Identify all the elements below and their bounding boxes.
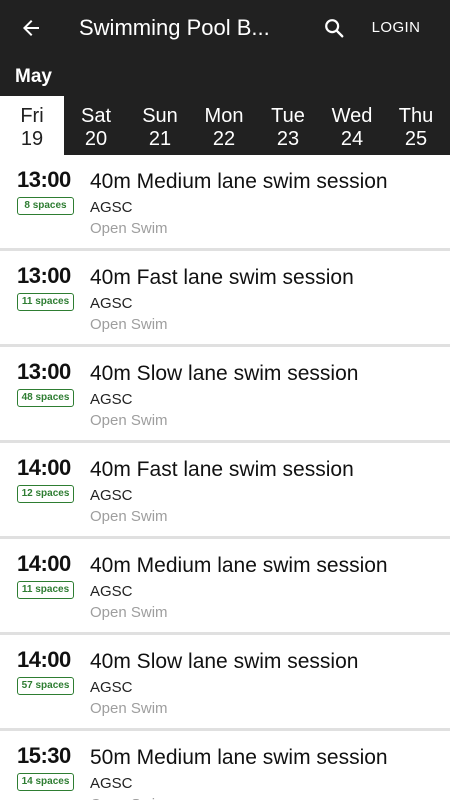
day-name: Tue xyxy=(271,105,305,127)
session-venue: AGSC xyxy=(90,487,133,504)
session-title: 40m Medium lane swim session xyxy=(90,170,388,193)
arrow-left-icon xyxy=(23,20,39,36)
session-title: 40m Fast lane swim session xyxy=(90,266,354,289)
day-number: 21 xyxy=(148,128,172,150)
session-type: Open Swim xyxy=(90,796,168,800)
session-item[interactable]: 14:00 11 spaces 40m Medium lane swim ses… xyxy=(0,539,450,635)
day-number: 24 xyxy=(340,128,364,150)
session-item[interactable]: 13:00 11 spaces 40m Fast lane swim sessi… xyxy=(0,251,450,347)
session-venue: AGSC xyxy=(90,295,133,312)
day-number: 25 xyxy=(404,128,428,150)
session-time: 13:00 xyxy=(17,359,71,384)
month-bar: May xyxy=(0,56,450,96)
day-number: 23 xyxy=(276,128,300,150)
day-number: 20 xyxy=(84,128,108,150)
session-title: 40m Medium lane swim session xyxy=(90,554,388,577)
spaces-badge: 8 spaces xyxy=(17,197,74,215)
day-name: Fri xyxy=(20,105,44,127)
spaces-badge: 48 spaces xyxy=(17,389,74,407)
search-icon xyxy=(325,19,344,38)
day-tab-sun[interactable]: Sun 21 xyxy=(128,96,192,155)
session-time: 13:00 xyxy=(17,167,71,192)
session-item[interactable]: 14:00 12 spaces 40m Fast lane swim sessi… xyxy=(0,443,450,539)
session-title: 40m Fast lane swim session xyxy=(90,458,354,481)
session-type: Open Swim xyxy=(90,604,168,621)
session-venue: AGSC xyxy=(90,391,133,408)
spaces-badge: 12 spaces xyxy=(17,485,74,503)
day-tab-tue[interactable]: Tue 23 xyxy=(256,96,320,155)
spaces-badge: 57 spaces xyxy=(17,677,74,695)
spaces-badge: 14 spaces xyxy=(17,773,74,791)
day-tab-mon[interactable]: Mon 22 xyxy=(192,96,256,155)
session-title: 50m Medium lane swim session xyxy=(90,746,388,769)
page-title: Swimming Pool B... xyxy=(79,15,270,40)
session-time: 14:00 xyxy=(17,455,71,480)
spaces-badge: 11 spaces xyxy=(17,293,74,311)
day-number: 19 xyxy=(20,128,44,150)
day-tab-fri[interactable]: Fri 19 xyxy=(0,96,64,155)
session-type: Open Swim xyxy=(90,412,168,429)
day-name: Mon xyxy=(204,105,244,127)
day-name: Wed xyxy=(331,105,373,127)
login-button[interactable]: LOGIN xyxy=(366,16,426,40)
session-time: 13:00 xyxy=(17,263,71,288)
session-venue: AGSC xyxy=(90,679,133,696)
day-tab-wed[interactable]: Wed 24 xyxy=(320,96,384,155)
session-item[interactable]: 14:00 57 spaces 40m Slow lane swim sessi… xyxy=(0,635,450,731)
session-title: 40m Slow lane swim session xyxy=(90,362,359,385)
session-type: Open Swim xyxy=(90,316,168,333)
session-list: 13:00 8 spaces 40m Medium lane swim sess… xyxy=(0,155,450,800)
day-tab-thu[interactable]: Thu 25 xyxy=(384,96,448,155)
day-tab-sat[interactable]: Sat 20 xyxy=(64,96,128,155)
month-label: May xyxy=(15,66,52,87)
back-button[interactable] xyxy=(12,10,50,46)
day-selector: Fri 19 Sat 20 Sun 21 Mon 22 Tue 23 Wed 2… xyxy=(0,96,450,155)
session-time: 14:00 xyxy=(17,647,71,672)
session-venue: AGSC xyxy=(90,583,133,600)
session-venue: AGSC xyxy=(90,199,133,216)
session-item[interactable]: 13:00 8 spaces 40m Medium lane swim sess… xyxy=(0,155,450,251)
session-item[interactable]: 13:00 48 spaces 40m Slow lane swim sessi… xyxy=(0,347,450,443)
day-number: 22 xyxy=(212,128,236,150)
day-name: Thu xyxy=(398,105,434,127)
session-item[interactable]: 15:30 14 spaces 50m Medium lane swim ses… xyxy=(0,731,450,800)
spaces-badge: 11 spaces xyxy=(17,581,74,599)
session-title: 40m Slow lane swim session xyxy=(90,650,359,673)
day-name: Sun xyxy=(142,105,178,127)
search-button[interactable] xyxy=(316,10,352,46)
session-time: 14:00 xyxy=(17,551,71,576)
app-bar: Swimming Pool B... LOGIN xyxy=(0,0,450,56)
session-time: 15:30 xyxy=(17,743,71,768)
day-name: Sat xyxy=(80,105,112,127)
session-type: Open Swim xyxy=(90,508,168,525)
session-venue: AGSC xyxy=(90,775,133,792)
session-type: Open Swim xyxy=(90,220,168,237)
session-type: Open Swim xyxy=(90,700,168,717)
